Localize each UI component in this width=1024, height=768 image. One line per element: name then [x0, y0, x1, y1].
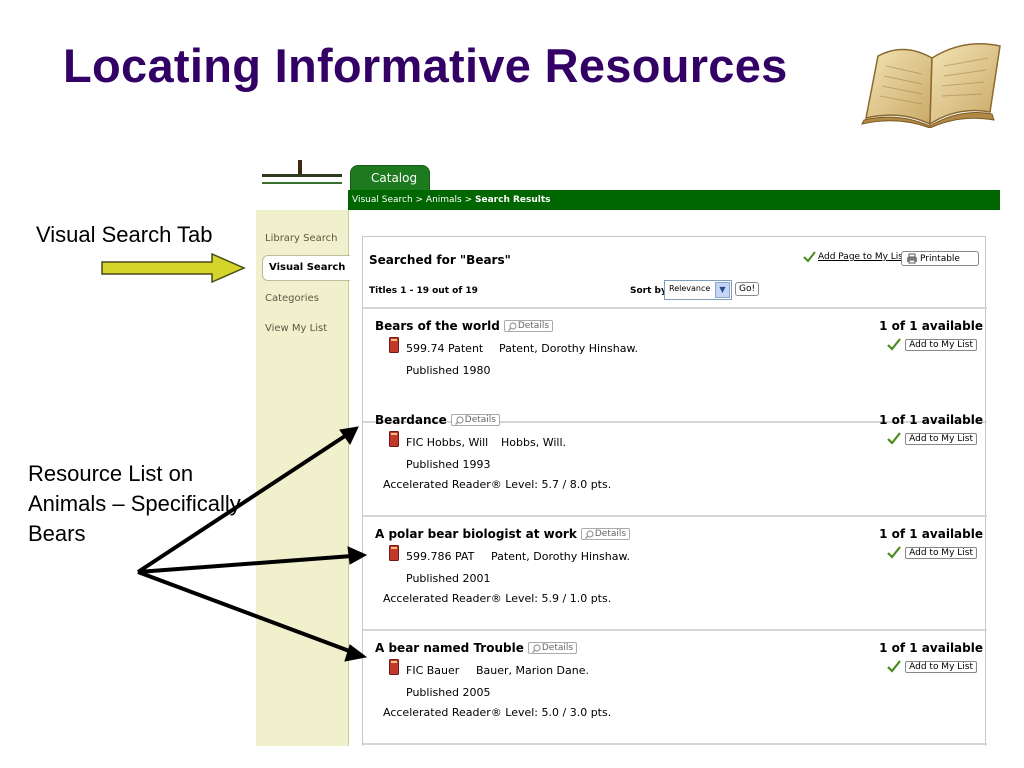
logo-line — [262, 174, 342, 177]
yellow-arrow-icon — [101, 252, 246, 284]
details-button[interactable]: Details — [503, 320, 554, 332]
details-label: Details — [594, 529, 627, 539]
add-to-my-list-button[interactable]: Add to My List — [905, 339, 977, 351]
call-number: FIC Bauer — [406, 664, 460, 677]
searched-for-heading: Searched for "Bears" — [369, 253, 511, 267]
details-label: Details — [517, 321, 550, 331]
checkmark-icon — [887, 432, 901, 445]
call-number: 599.786 PAT — [406, 550, 475, 563]
add-to-my-list-button[interactable]: Add to My List — [905, 433, 977, 445]
add-to-my-list-button[interactable]: Add to My List — [905, 547, 977, 559]
red-book-icon — [389, 431, 399, 447]
author: Bauer, Marion Dane. — [476, 664, 589, 677]
result-title[interactable]: Bears of the world — [375, 319, 500, 333]
annotation-resource-list: Resource List on Animals – Specifically … — [28, 461, 241, 546]
published-year: Published 1980 — [406, 364, 491, 377]
sort-by-label: Sort by — [630, 286, 667, 296]
checkmark-icon — [887, 338, 901, 351]
magnifier-icon — [454, 415, 464, 425]
call-number: FIC Hobbs, Will — [406, 436, 489, 449]
add-page-label: Add Page to My List — [818, 252, 907, 262]
details-label: Details — [464, 415, 496, 425]
accelerated-reader-level: Accelerated Reader® Level: 5.0 / 3.0 pts… — [383, 706, 612, 719]
sidebar-item-categories[interactable]: Categories — [265, 293, 319, 304]
catalog-screenshot: Catalog Visual Search > Animals > Search… — [256, 160, 1000, 746]
details-button[interactable]: Details — [450, 414, 500, 426]
details-button[interactable]: Details — [527, 642, 578, 654]
result-item: A bear named Trouble Details FIC Bauer Baue… — [363, 631, 987, 745]
result-title[interactable]: Beardance — [375, 413, 447, 427]
logo-underline — [262, 182, 342, 184]
red-book-icon — [389, 337, 399, 353]
availability: 1 of 1 available — [879, 319, 983, 333]
author: Patent, Dorothy Hinshaw. — [491, 550, 630, 563]
sidebar-item-view-my-list[interactable]: View My List — [265, 323, 327, 334]
availability: 1 of 1 available — [879, 413, 983, 427]
checkmark-icon — [887, 660, 901, 673]
accelerated-reader-level: Accelerated Reader® Level: 5.7 / 8.0 pts… — [383, 478, 612, 491]
sidebar-item-library-search[interactable]: Library Search — [265, 233, 338, 244]
availability: 1 of 1 available — [879, 527, 983, 541]
published-year: Published 2005 — [406, 686, 491, 699]
printer-icon — [907, 253, 917, 264]
breadcrumb-path[interactable]: Visual Search > Animals > — [352, 195, 475, 205]
breadcrumb-current: Search Results — [475, 195, 551, 205]
checkmark-icon — [803, 251, 816, 263]
details-label: Details — [541, 643, 574, 653]
result-title[interactable]: A bear named Trouble — [375, 641, 524, 655]
add-to-my-list-button[interactable]: Add to My List — [905, 661, 977, 673]
printable-button[interactable]: Printable — [901, 251, 979, 266]
result-title[interactable]: A polar bear biologist at work — [375, 527, 577, 541]
tab-catalog[interactable]: Catalog — [350, 165, 430, 191]
printable-label: Printable — [920, 253, 960, 264]
open-book-icon — [861, 43, 1001, 128]
slide-title: Locating Informative Resources — [63, 39, 788, 92]
availability: 1 of 1 available — [879, 641, 983, 655]
add-page-to-my-list-button[interactable]: Add Page to My List — [803, 251, 907, 263]
result-title-row: Bears of the world Details — [375, 319, 554, 333]
chevron-down-icon[interactable]: ▼ — [715, 282, 730, 298]
sort-by-value: Relevance — [669, 284, 711, 293]
result-title-row: A polar bear biologist at work Details — [375, 527, 631, 541]
red-book-icon — [389, 659, 399, 675]
result-title-row: A bear named Trouble Details — [375, 641, 578, 655]
result-item: A polar bear biologist at work Details 599… — [363, 517, 987, 631]
author: Hobbs, Will. — [501, 436, 566, 449]
sidebar: Library Search Visual Search Categories … — [256, 210, 350, 746]
magnifier-icon — [507, 321, 517, 331]
titles-count: Titles 1 - 19 out of 19 — [369, 286, 478, 296]
logo-stem — [298, 160, 302, 174]
checkmark-icon — [887, 546, 901, 559]
sidebar-item-visual-search[interactable]: Visual Search — [262, 255, 350, 281]
result-item: Beardance Details FIC Hobbs, Will Hobbs, Wi… — [363, 403, 987, 517]
search-results-panel: Searched for "Bears" Add Page to My List… — [362, 236, 987, 746]
annotation-visual-search-tab: Visual Search Tab — [36, 222, 213, 247]
published-year: Published 1993 — [406, 458, 491, 471]
author: Patent, Dorothy Hinshaw. — [499, 342, 638, 355]
magnifier-icon — [584, 529, 594, 539]
sort-by-select[interactable]: Relevance ▼ — [664, 280, 732, 300]
accelerated-reader-level: Accelerated Reader® Level: 5.9 / 1.0 pts… — [383, 592, 612, 605]
published-year: Published 2001 — [406, 572, 491, 585]
details-button[interactable]: Details — [580, 528, 631, 540]
result-title-row: Beardance Details — [375, 413, 500, 427]
magnifier-icon — [531, 643, 541, 653]
go-button[interactable]: Go! — [735, 282, 760, 296]
call-number: 599.74 Patent — [406, 342, 484, 355]
red-book-icon — [389, 545, 399, 561]
breadcrumb: Visual Search > Animals > Search Results — [348, 190, 1000, 210]
item-divider — [363, 743, 987, 745]
